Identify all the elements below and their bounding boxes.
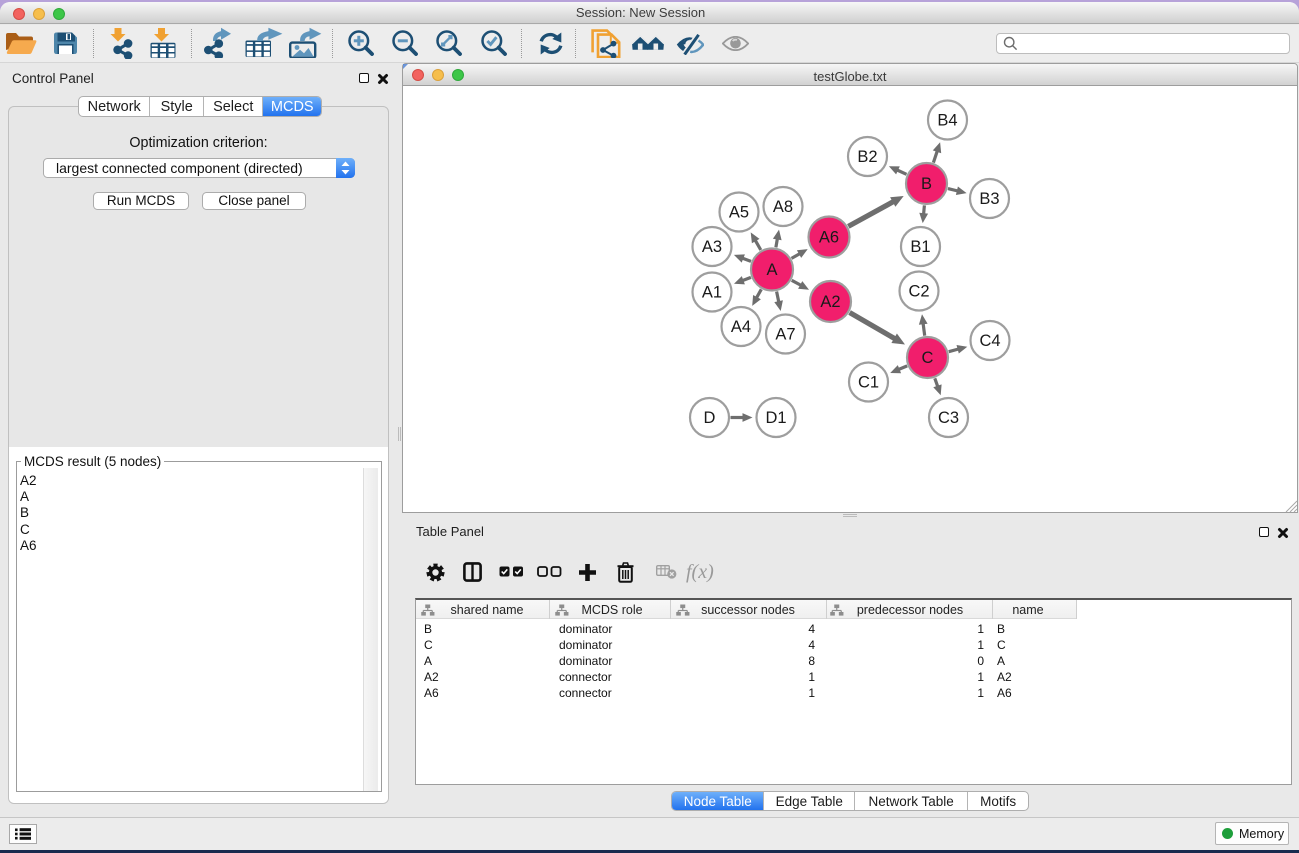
svg-text:A8: A8: [773, 198, 793, 216]
svg-text:B2: B2: [857, 148, 877, 166]
svg-text:A4: A4: [731, 318, 751, 336]
svg-text:B1: B1: [910, 238, 930, 256]
svg-text:A2: A2: [820, 293, 840, 311]
svg-text:B3: B3: [979, 190, 999, 208]
svg-text:B: B: [921, 175, 932, 193]
svg-text:B4: B4: [937, 112, 957, 130]
svg-text:A6: A6: [819, 229, 839, 247]
svg-text:A: A: [766, 261, 777, 279]
svg-text:D: D: [704, 409, 716, 427]
svg-text:C: C: [922, 349, 934, 367]
svg-text:C1: C1: [858, 374, 879, 392]
svg-text:A1: A1: [702, 284, 722, 302]
svg-text:A7: A7: [775, 326, 795, 344]
svg-text:C3: C3: [938, 409, 959, 427]
svg-text:C2: C2: [908, 283, 929, 301]
svg-text:C4: C4: [979, 332, 1000, 350]
svg-text:D1: D1: [765, 409, 786, 427]
svg-text:A3: A3: [702, 238, 722, 256]
svg-text:A5: A5: [729, 204, 749, 222]
